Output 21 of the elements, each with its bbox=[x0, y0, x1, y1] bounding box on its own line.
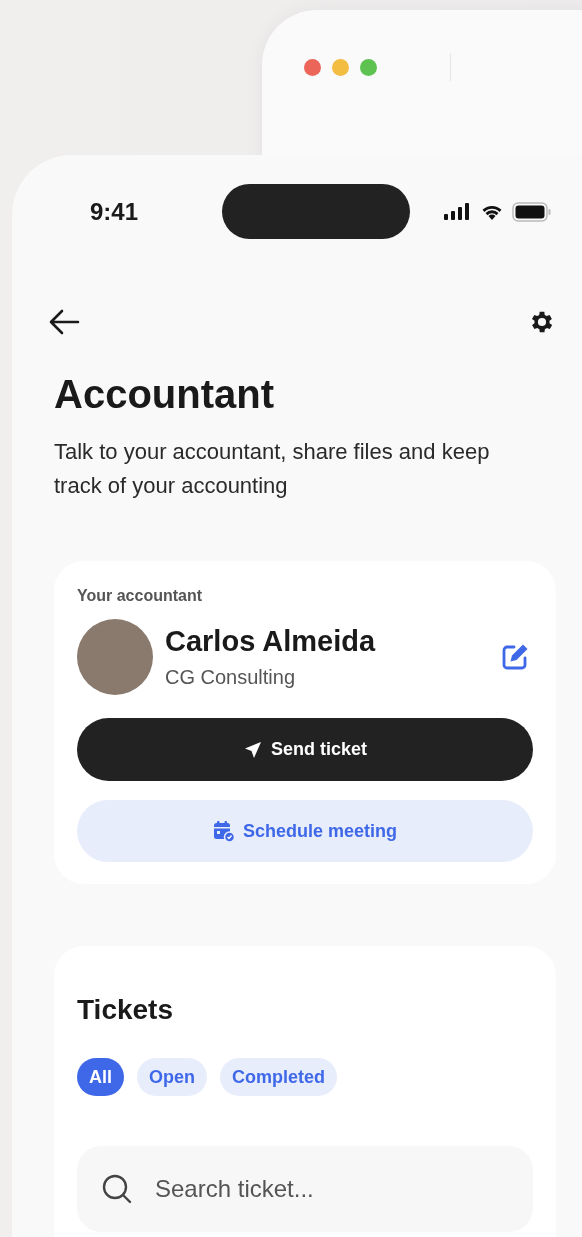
schedule-meeting-button[interactable]: Schedule meeting bbox=[77, 800, 533, 862]
paper-plane-icon bbox=[243, 739, 263, 760]
company-name: CG Consulting bbox=[165, 666, 297, 689]
section-title: Tickets bbox=[77, 994, 174, 1026]
accountant-name: Carlos Almeida bbox=[165, 625, 377, 658]
filter-chip[interactable]: Open bbox=[137, 1058, 208, 1096]
send-ticket-button[interactable]: Send ticket bbox=[77, 718, 533, 781]
edit-icon[interactable] bbox=[500, 642, 530, 672]
search-field[interactable]: Search ticket... bbox=[77, 1146, 533, 1232]
filter-chip[interactable]: All bbox=[77, 1058, 124, 1096]
back-arrow-icon[interactable] bbox=[48, 309, 80, 335]
calendar-icon bbox=[212, 820, 235, 842]
filter-chip[interactable]: Completed bbox=[220, 1058, 338, 1096]
search-icon bbox=[101, 1173, 133, 1205]
signal-icon bbox=[444, 202, 472, 221]
battery-icon bbox=[512, 201, 552, 222]
status-time: 9:41 bbox=[90, 197, 140, 226]
page-title: Accountant bbox=[54, 372, 275, 417]
page-subtitle: Talk to your accountant, share files and keep track of your accounting bbox=[54, 438, 491, 500]
close-window-icon[interactable] bbox=[304, 58, 321, 76]
section-label: Your accountant bbox=[77, 587, 204, 605]
